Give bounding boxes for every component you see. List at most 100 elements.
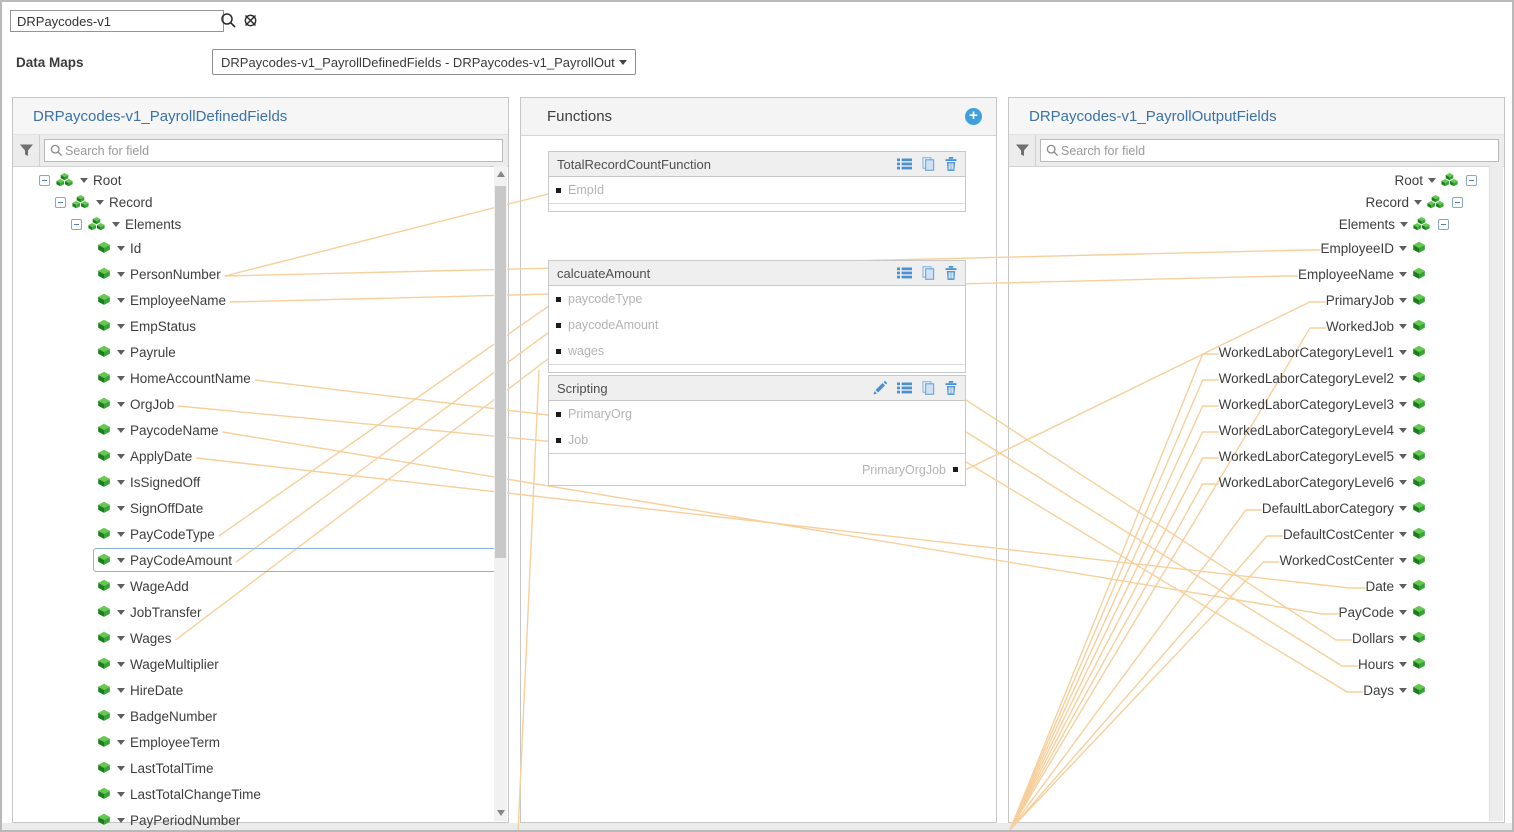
scrollbar[interactable]: [1489, 166, 1503, 821]
input-anchor[interactable]: [556, 323, 561, 328]
collapse-icon[interactable]: [55, 197, 66, 208]
chevron-down-icon[interactable]: [117, 506, 125, 511]
chevron-down-icon[interactable]: [1399, 272, 1407, 277]
tree-row[interactable]: Days: [1009, 677, 1504, 703]
tree-row[interactable]: SignOffDate: [13, 495, 508, 521]
tree-row[interactable]: EmployeeName: [13, 287, 508, 313]
function-input-row[interactable]: PrimaryOrg: [549, 401, 965, 427]
tree-row[interactable]: IsSignedOff: [13, 469, 508, 495]
global-search-input[interactable]: [10, 10, 224, 32]
input-anchor[interactable]: [556, 349, 561, 354]
tree-row[interactable]: EmpStatus: [13, 313, 508, 339]
tree-row[interactable]: Wages: [13, 625, 508, 651]
properties-icon[interactable]: [897, 267, 912, 279]
chevron-down-icon[interactable]: [117, 610, 125, 615]
tree-row[interactable]: WageMultiplier: [13, 651, 508, 677]
tree-row[interactable]: PayPeriodNumber: [13, 807, 508, 832]
tree-row[interactable]: Record: [1009, 191, 1504, 213]
chevron-down-icon[interactable]: [1399, 610, 1407, 615]
tree-row[interactable]: PrimaryJob: [1009, 287, 1504, 313]
chevron-down-icon[interactable]: [117, 350, 125, 355]
chevron-down-icon[interactable]: [117, 740, 125, 745]
chevron-down-icon[interactable]: [1399, 350, 1407, 355]
tree-row[interactable]: Elements: [13, 213, 508, 235]
tree-row[interactable]: HireDate: [13, 677, 508, 703]
chevron-down-icon[interactable]: [96, 200, 104, 205]
chevron-down-icon[interactable]: [1399, 558, 1407, 563]
function-input-row[interactable]: paycodeAmount: [549, 312, 965, 338]
scroll-down-icon[interactable]: [497, 810, 505, 816]
search-icon[interactable]: [220, 12, 237, 34]
chevron-down-icon[interactable]: [117, 636, 125, 641]
tree-row[interactable]: PayCodeAmount: [13, 547, 508, 573]
chevron-down-icon[interactable]: [1399, 298, 1407, 303]
tree-row[interactable]: PersonNumber: [13, 261, 508, 287]
function-box[interactable]: calcuateAmount paycodeType paycodeAmount…: [548, 260, 966, 373]
chevron-down-icon[interactable]: [117, 246, 125, 251]
tree-row[interactable]: WorkedLaborCategoryLevel1: [1009, 339, 1504, 365]
tree-row[interactable]: WorkedLaborCategoryLevel6: [1009, 469, 1504, 495]
tree-row[interactable]: WorkedLaborCategoryLevel4: [1009, 417, 1504, 443]
tree-row[interactable]: EmployeeID: [1009, 235, 1504, 261]
source-search-input[interactable]: [63, 143, 502, 159]
chevron-down-icon[interactable]: [117, 454, 125, 459]
chevron-down-icon[interactable]: [80, 178, 88, 183]
tree-row[interactable]: PayCodeType: [13, 521, 508, 547]
input-anchor[interactable]: [556, 438, 561, 443]
chevron-down-icon[interactable]: [117, 272, 125, 277]
function-input-row[interactable]: EmpId: [549, 177, 965, 203]
chevron-down-icon[interactable]: [1400, 222, 1408, 227]
tree-row[interactable]: Id: [13, 235, 508, 261]
tree-row[interactable]: LastTotalTime: [13, 755, 508, 781]
tree-row[interactable]: ApplyDate: [13, 443, 508, 469]
edit-icon[interactable]: [873, 381, 887, 395]
collapse-icon[interactable]: [71, 219, 82, 230]
scrollbar[interactable]: [494, 166, 507, 821]
tree-row[interactable]: Record: [13, 191, 508, 213]
chevron-down-icon[interactable]: [117, 662, 125, 667]
chevron-down-icon[interactable]: [1399, 688, 1407, 693]
chevron-down-icon[interactable]: [1399, 662, 1407, 667]
chevron-down-icon[interactable]: [112, 222, 120, 227]
input-anchor[interactable]: [556, 412, 561, 417]
function-input-row[interactable]: paycodeType: [549, 286, 965, 312]
chevron-down-icon[interactable]: [1428, 178, 1436, 183]
tree-row[interactable]: PaycodeName: [13, 417, 508, 443]
tree-row[interactable]: Root: [1009, 169, 1504, 191]
tree-row[interactable]: Hours: [1009, 651, 1504, 677]
chevron-down-icon[interactable]: [117, 480, 125, 485]
filter-funnel-icon[interactable]: [1009, 135, 1036, 166]
collapse-icon[interactable]: [1452, 197, 1463, 208]
chevron-down-icon[interactable]: [117, 324, 125, 329]
input-anchor[interactable]: [556, 297, 561, 302]
delete-icon[interactable]: [945, 381, 957, 395]
tree-row[interactable]: Dollars: [1009, 625, 1504, 651]
chevron-down-icon[interactable]: [1399, 454, 1407, 459]
chevron-down-icon[interactable]: [1414, 200, 1422, 205]
chevron-down-icon[interactable]: [1399, 480, 1407, 485]
chevron-down-icon[interactable]: [117, 558, 125, 563]
output-search-input[interactable]: [1059, 143, 1498, 159]
tree-row[interactable]: WorkedJob: [1009, 313, 1504, 339]
function-box[interactable]: TotalRecordCountFunction EmpId: [548, 151, 966, 212]
delete-icon[interactable]: [945, 266, 957, 280]
tree-row[interactable]: OrgJob: [13, 391, 508, 417]
add-function-icon[interactable]: +: [965, 108, 982, 125]
scrollbar-thumb[interactable]: [495, 186, 506, 558]
tree-row[interactable]: Payrule: [13, 339, 508, 365]
tree-row[interactable]: WageAdd: [13, 573, 508, 599]
properties-icon[interactable]: [897, 158, 912, 170]
tree-row[interactable]: DefaultCostCenter: [1009, 521, 1504, 547]
chevron-down-icon[interactable]: [117, 584, 125, 589]
tree-row[interactable]: DefaultLaborCategory: [1009, 495, 1504, 521]
properties-icon[interactable]: [897, 382, 912, 394]
copy-icon[interactable]: [922, 157, 935, 171]
chevron-down-icon[interactable]: [117, 376, 125, 381]
filter-funnel-icon[interactable]: [13, 135, 40, 166]
function-output-row[interactable]: PrimaryOrgJob: [549, 453, 965, 485]
chevron-down-icon[interactable]: [117, 298, 125, 303]
copy-icon[interactable]: [922, 381, 935, 395]
chevron-down-icon[interactable]: [117, 714, 125, 719]
tree-row[interactable]: Elements: [1009, 213, 1504, 235]
tree-row[interactable]: Date: [1009, 573, 1504, 599]
